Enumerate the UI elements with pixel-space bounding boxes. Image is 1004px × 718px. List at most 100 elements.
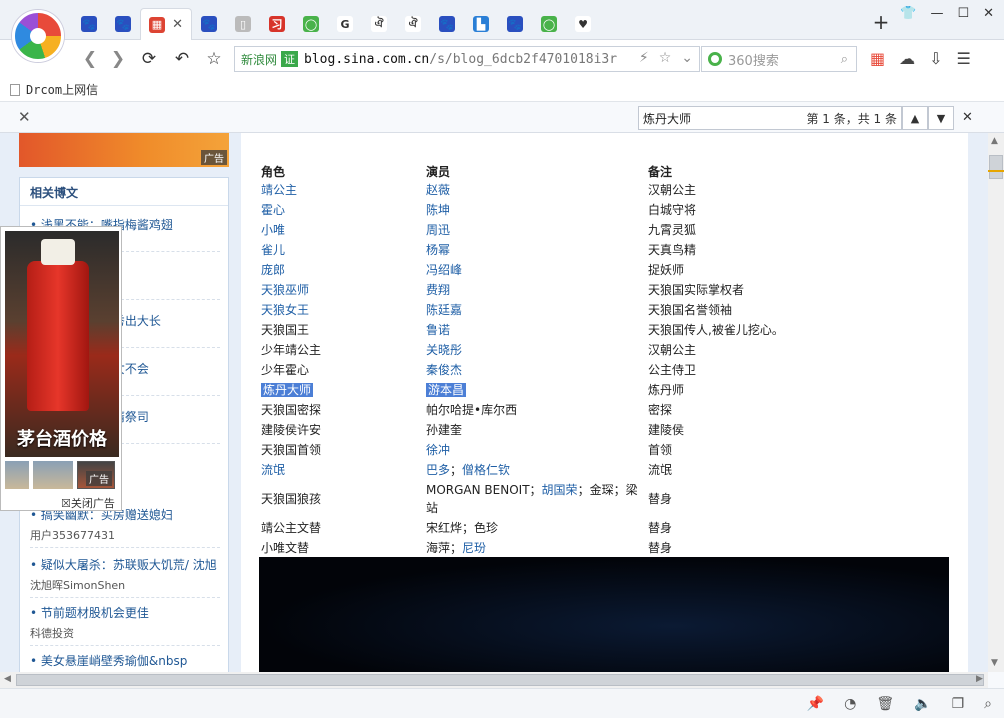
actor-name[interactable]: 陈坤 — [426, 203, 450, 217]
actor-name[interactable]: 秦俊杰 — [426, 363, 462, 377]
tab-4[interactable]: ▯ — [226, 8, 260, 40]
actor-name[interactable]: 陈廷嘉 — [426, 303, 462, 317]
tab-2[interactable]: ▦ ✕ — [140, 8, 192, 40]
lightning-icon[interactable]: ⚡ — [639, 50, 649, 66]
ad-thumb[interactable] — [5, 461, 29, 489]
browser-logo[interactable] — [12, 10, 64, 62]
actor-name[interactable]: 周迅 — [426, 223, 450, 237]
refresh-icon[interactable]: ⟳ — [139, 49, 159, 69]
tab-3[interactable]: 🐾 — [192, 8, 226, 40]
cloud-icon[interactable]: ☁ — [899, 49, 915, 68]
tab-6[interactable]: ◯ — [294, 8, 328, 40]
sidebar-post[interactable]: • 美女悬崖峭壁秀瑜伽&nbsp — [30, 652, 220, 672]
find-next-icon[interactable]: ▼ — [928, 106, 954, 130]
bookmark-star-icon[interactable]: ☆ — [659, 50, 672, 66]
tab-7[interactable]: G — [328, 8, 362, 40]
close-ad-button[interactable]: ☒关闭广告 — [61, 495, 115, 511]
pin-icon[interactable]: 📌 — [807, 696, 824, 712]
minimize-icon[interactable]: — — [930, 6, 943, 21]
apps-icon[interactable]: ▦ — [870, 49, 885, 68]
role-name[interactable]: 天狼巫师 — [261, 283, 309, 297]
ad-image[interactable] — [5, 231, 119, 457]
tab-9[interactable]: ঐ — [396, 8, 430, 40]
actor-name[interactable]: 赵薇 — [426, 183, 450, 197]
undo-icon[interactable]: ↶ — [172, 49, 192, 69]
role-name[interactable]: 霍心 — [261, 203, 285, 217]
tab-14[interactable]: ♥ — [566, 8, 600, 40]
actor-name[interactable]: 冯绍峰 — [426, 263, 462, 277]
ad-caption[interactable]: 茅台酒价格 — [5, 425, 119, 451]
search-icon[interactable]: ⌕ — [841, 52, 848, 67]
back-icon[interactable]: ❮ — [80, 49, 100, 69]
bookmark-item[interactable]: Drcom上网信 — [26, 81, 98, 98]
search-box[interactable]: 360搜索 ⌕ — [701, 46, 857, 72]
sidebar-post[interactable]: • 节前题材股机会更佳 科德投资 — [30, 604, 220, 646]
scroll-up-icon[interactable]: ▲ — [991, 136, 998, 146]
actor-name[interactable]: 僧格仁钦 — [462, 463, 510, 477]
ad-thumb[interactable] — [33, 461, 73, 489]
horizontal-scrollbar[interactable]: ◀ ▶ — [0, 672, 988, 688]
role-name[interactable]: 雀儿 — [261, 243, 285, 257]
close-tab-icon[interactable]: ✕ — [172, 17, 183, 32]
actor-name[interactable]: 尼玢 — [462, 541, 486, 555]
speed-icon[interactable]: ◔ — [844, 696, 856, 712]
actor-name[interactable]: 徐冲 — [426, 443, 450, 457]
scroll-down-icon[interactable]: ▼ — [991, 658, 998, 668]
maximize-icon[interactable]: ☐ — [957, 6, 969, 21]
dropdown-icon[interactable]: ⌄ — [681, 50, 693, 66]
actor-name[interactable]: 关晓彤 — [426, 343, 462, 357]
star-icon[interactable]: ☆ — [204, 49, 224, 69]
close-find-icon[interactable]: ✕ — [18, 108, 31, 126]
find-input[interactable]: 炼丹大师 第 1 条，共 1 条 — [638, 106, 902, 130]
tab-0[interactable]: 🐾 — [72, 8, 106, 40]
zoom-icon[interactable]: ⌕ — [984, 696, 992, 712]
ad-thumb[interactable]: 广告 — [77, 461, 115, 489]
trash-icon[interactable]: 🗑 — [876, 696, 894, 712]
tab-13[interactable]: ◯ — [532, 8, 566, 40]
video-player[interactable] — [259, 557, 949, 672]
actor-name[interactable]: 游本昌 — [426, 383, 467, 397]
tab-11[interactable]: ▙ — [464, 8, 498, 40]
actor-name[interactable]: 胡国荣 — [542, 483, 578, 497]
actor-name[interactable]: 巴多 — [426, 463, 450, 477]
address-bar[interactable]: 新浪网 证 blog.sina.com.cn/s/blog_6dcb2f4701… — [234, 46, 700, 72]
horizontal-scroll-thumb[interactable] — [16, 674, 984, 686]
scroll-right-icon[interactable]: ▶ — [976, 674, 983, 684]
role-name[interactable]: 天狼女王 — [261, 303, 309, 317]
vertical-scroll-thumb[interactable] — [989, 155, 1003, 179]
tab-10[interactable]: 🐾 — [430, 8, 464, 40]
tab-5[interactable]: 习 — [260, 8, 294, 40]
role-name[interactable]: 庞郎 — [261, 263, 285, 277]
close-window-icon[interactable]: ✕ — [983, 6, 994, 21]
vertical-scrollbar[interactable]: ▲ ▼ — [988, 133, 1004, 672]
menu-icon[interactable]: ☰ — [957, 49, 971, 68]
post-title[interactable]: • 疑似大屠杀：苏联贩大饥荒/ 沈旭 — [30, 556, 220, 573]
find-query[interactable]: 炼丹大师 — [643, 110, 806, 127]
role-name[interactable]: 靖公主 — [261, 183, 297, 197]
tab-12[interactable]: 🐾 — [498, 8, 532, 40]
role-name[interactable]: 流氓 — [261, 463, 285, 477]
forward-icon[interactable]: ❯ — [108, 49, 128, 69]
role-name[interactable]: 炼丹大师 — [261, 383, 314, 397]
tab-8[interactable]: ঐ — [362, 8, 396, 40]
role-name[interactable]: 小唯 — [261, 223, 285, 237]
floating-ad[interactable]: 茅台酒价格 广告 ☒关闭广告 — [0, 226, 122, 511]
actor-name[interactable]: 鲁诺 — [426, 323, 450, 337]
window-icon[interactable]: ❐ — [952, 696, 965, 712]
download-icon[interactable]: ⇩ — [929, 49, 942, 68]
find-close-icon[interactable]: ✕ — [962, 110, 973, 125]
find-prev-icon[interactable]: ▲ — [902, 106, 928, 130]
sidebar-post[interactable]: • 搞笑幽默：买房赠送媳妇 用户353677431 — [30, 506, 220, 548]
post-title[interactable]: • 美女悬崖峭壁秀瑜伽&nbsp — [30, 652, 220, 669]
tab-1[interactable]: 🐾 — [106, 8, 140, 40]
url-text[interactable]: blog.sina.com.cn/s/blog_6dcb2f4701018i3r — [304, 52, 624, 67]
new-tab-button[interactable]: + — [872, 12, 890, 32]
sidebar-post[interactable]: • 疑似大屠杀：苏联贩大饥荒/ 沈旭 沈旭晖SimonShen — [30, 556, 220, 598]
post-title[interactable]: • 节前题材股机会更佳 — [30, 604, 220, 621]
scroll-left-icon[interactable]: ◀ — [4, 674, 11, 684]
top-ad-banner[interactable]: 广告 — [19, 133, 229, 167]
volume-icon[interactable]: 🔈 — [914, 696, 931, 712]
skin-icon[interactable]: 👕 — [900, 6, 916, 21]
actor-name[interactable]: 费翔 — [426, 283, 450, 297]
cert-badge[interactable]: 证 — [281, 51, 299, 67]
